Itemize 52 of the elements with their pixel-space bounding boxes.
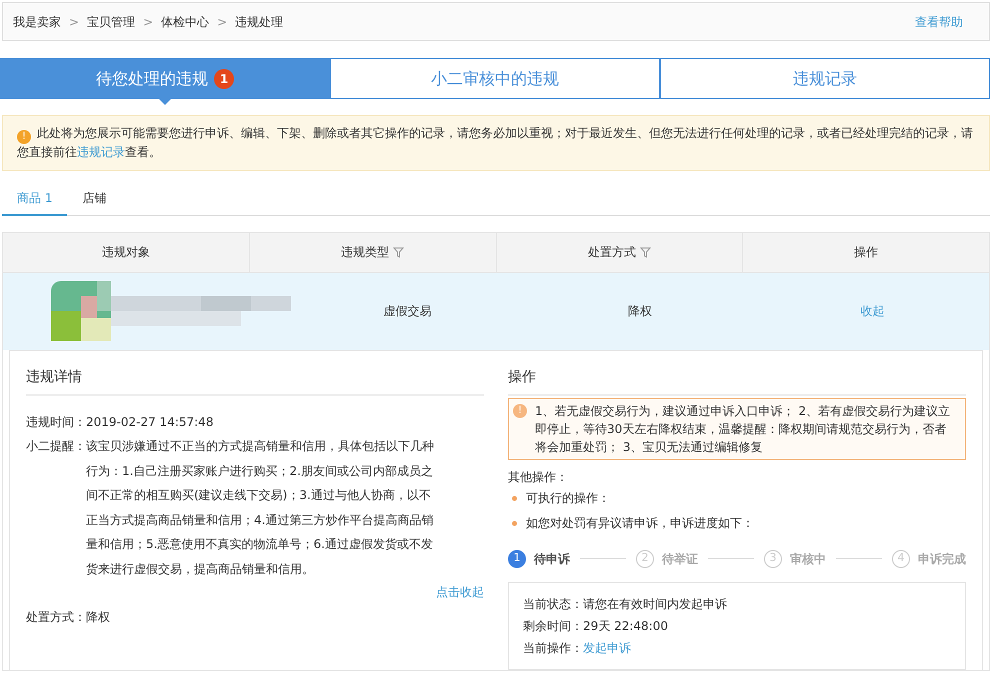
separator-text: > xyxy=(217,14,228,30)
bullet-icon xyxy=(512,520,517,526)
section-title: 违规详情 xyxy=(26,366,484,396)
column-header: 违规对象 xyxy=(102,244,150,261)
step-label: 申诉完成 xyxy=(918,550,966,568)
field-value: 请您在有效时间内发起申诉 xyxy=(583,596,727,612)
collapse-link[interactable]: 收起 xyxy=(860,302,885,320)
warning-icon: ! xyxy=(17,130,31,144)
field-label: 当前状态： xyxy=(523,596,583,612)
step-label: 审核中 xyxy=(790,550,826,568)
subtab[interactable]: 商品 1 xyxy=(2,188,68,216)
field-value: 降权 xyxy=(86,609,110,626)
field-value: 29天 22:48:00 xyxy=(583,618,668,634)
table-cell-text: 降权 xyxy=(628,303,652,320)
filter-icon[interactable] xyxy=(640,246,651,258)
bullet-icon xyxy=(512,496,517,500)
notice-text: ! 此处将为您展示可能需要您进行申诉、编辑、下架、删除或者其它操作的记录，请您务必加以重视；对于最近发生、但您无法进行任何处理的记录，或者已经处理完结的记录，请您直接前往违规记录查看。 xyxy=(2,115,990,170)
field-value: 2019-02-27 14:57:48 xyxy=(86,414,214,430)
column-header: 处置方式 xyxy=(588,244,636,261)
bullet-text: 可执行的操作： xyxy=(526,490,610,507)
record-link[interactable]: 违规记录 xyxy=(77,144,125,158)
breadcrumb-item[interactable]: 宝贝管理 xyxy=(87,12,136,30)
help-link[interactable]: 查看帮助 xyxy=(915,12,963,30)
separator-text: > xyxy=(69,14,80,30)
step-label: 待申诉 xyxy=(534,550,570,568)
field-label: 剩余时间： xyxy=(523,618,583,634)
column-header: 违规类型 xyxy=(341,244,390,261)
count-badge: 1 xyxy=(214,68,234,88)
separator-text: > xyxy=(143,14,154,30)
breadcrumb-item[interactable]: 我是卖家 xyxy=(13,12,61,30)
column-header: 操作 xyxy=(854,244,878,261)
breadcrumb-item[interactable]: 体检中心 xyxy=(161,12,210,30)
warning-icon: ! xyxy=(513,404,527,418)
table-cell-text: 虚假交易 xyxy=(383,303,432,320)
warning-text: 1、若无虚假交易行为，建议通过申诉入口申诉； 2、若有虚假交易行为建议立即停止，等待30天左右降权结束，温馨提醒：降权期间请规范交易行为，否者将会加重处罚； 3、宝贝无法通过编辑修复 xyxy=(535,402,952,456)
step-label: 待举证 xyxy=(662,550,698,568)
field-value: 该宝贝涉嫌通过不正当的方式提高销量和信用，具体包括以下几种行为：1.自己注册买家账户进行购买；2.朋友间或公司内部成员之间不正常的相互购买(建议走线下交易)；3.通过与他人协商，以不正当方式提高商品销量和信用；4.通过第三方炒作平台提高商品销量和信用；5.恶意使用不真实的物流单号；6.通过虚假发货或不发货来进行虚假交易，提高商品销量和信用。 xyxy=(86,438,435,578)
field-label: 小二提醒： xyxy=(26,438,86,455)
filter-icon[interactable] xyxy=(393,246,404,258)
subtab[interactable]: 店铺 xyxy=(67,188,122,216)
bullet-text: 如您对处罚有异议请申诉，申诉进度如下： xyxy=(526,515,754,532)
appeal-link[interactable]: 发起申诉 xyxy=(583,636,631,658)
step-number: 1 xyxy=(508,550,526,568)
breadcrumb-item[interactable]: 违规处理 xyxy=(235,12,284,30)
field-label: 当前操作： xyxy=(523,640,583,656)
section-label: 其他操作： xyxy=(508,468,569,486)
section-title: 操作 xyxy=(508,366,966,396)
collapse-link[interactable]: 点击收起 xyxy=(436,585,484,599)
field-label: 处置方式： xyxy=(26,609,86,626)
field-label: 违规时间： xyxy=(26,414,86,430)
tab[interactable]: 小二审核中的违规 xyxy=(330,58,660,99)
tab[interactable]: 违规记录 xyxy=(660,58,990,99)
